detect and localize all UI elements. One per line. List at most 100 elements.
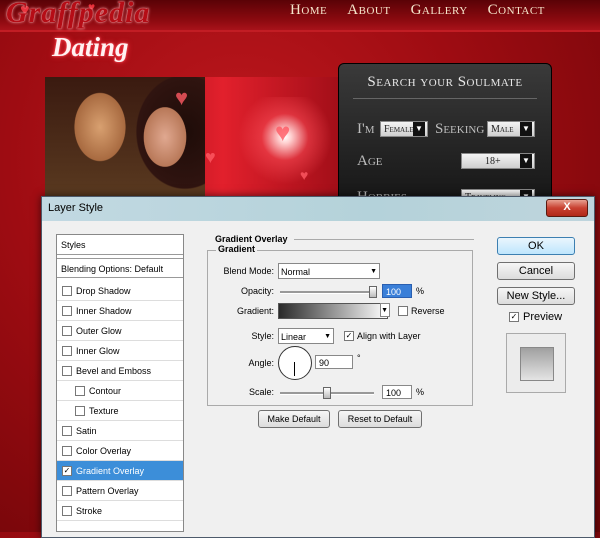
opacity-input[interactable]: 100 xyxy=(382,284,412,298)
blending-options-item[interactable]: Blending Options: Default xyxy=(57,258,183,278)
chevron-down-icon: ▼ xyxy=(520,154,532,168)
gradient-label: Gradient: xyxy=(236,306,274,316)
gradient-dropdown[interactable]: ▼ xyxy=(380,303,390,317)
effect-item-contour[interactable]: Contour xyxy=(57,381,183,401)
effect-checkbox[interactable] xyxy=(75,406,85,416)
styles-header[interactable]: Styles xyxy=(57,235,183,255)
effect-item-texture[interactable]: Texture xyxy=(57,401,183,421)
effect-checkbox[interactable] xyxy=(62,286,72,296)
scale-label: Scale: xyxy=(248,387,274,397)
seeking-select-value: Male xyxy=(491,124,514,135)
seeking-select[interactable]: Male ▼ xyxy=(487,121,535,137)
reverse-checkbox[interactable] xyxy=(398,306,408,316)
nav-contact[interactable]: Contact xyxy=(488,2,545,19)
scale-percent: % xyxy=(416,387,425,397)
effect-item-gradient-overlay[interactable]: ✓ Gradient Overlay xyxy=(57,461,183,481)
heart-icon: ♥ xyxy=(275,117,291,147)
gradient-group: Gradient Blend Mode: Normal ▼ Opacity: 1… xyxy=(207,244,473,406)
nav-gallery[interactable]: Gallery xyxy=(411,2,468,19)
site-logo-bottom[interactable]: Dating xyxy=(52,32,129,63)
effect-item-stroke[interactable]: Stroke xyxy=(57,501,183,521)
align-with-layer-checkbox[interactable]: ✓ xyxy=(344,331,354,341)
age-select[interactable]: 18+ ▼ xyxy=(461,153,535,169)
blend-mode-select[interactable]: Normal ▼ xyxy=(278,263,380,279)
effect-checkbox[interactable] xyxy=(62,486,72,496)
gradient-picker[interactable] xyxy=(278,303,388,319)
close-icon: X xyxy=(563,201,571,213)
search-title: Search your Soulmate xyxy=(367,74,523,90)
new-style-button[interactable]: New Style... xyxy=(497,287,575,305)
effect-label: Texture xyxy=(89,406,119,416)
effect-label: Inner Shadow xyxy=(76,306,132,316)
effect-checkbox[interactable] xyxy=(62,326,72,336)
effect-item-inner-shadow[interactable]: Inner Shadow xyxy=(57,301,183,321)
chevron-down-icon: ▼ xyxy=(520,122,532,136)
style-value: Linear xyxy=(281,332,307,342)
reset-to-default-button[interactable]: Reset to Default xyxy=(338,410,422,428)
style-label: Style: xyxy=(251,331,274,341)
angle-input[interactable]: 90 xyxy=(315,355,353,369)
heart-icon: ♥ xyxy=(205,147,216,167)
effect-checkbox[interactable] xyxy=(62,426,72,436)
style-select[interactable]: Linear ▼ xyxy=(278,328,334,344)
effect-label: Gradient Overlay xyxy=(76,466,145,476)
opacity-slider-handle[interactable] xyxy=(369,286,377,298)
effect-checkbox[interactable] xyxy=(75,386,85,396)
effect-label: Drop Shadow xyxy=(76,286,131,296)
effect-item-drop-shadow[interactable]: Drop Shadow xyxy=(57,281,183,301)
nav-about[interactable]: About xyxy=(347,2,390,19)
chevron-down-icon: ▼ xyxy=(324,333,331,340)
effect-checkbox[interactable] xyxy=(62,306,72,316)
effect-item-satin[interactable]: Satin xyxy=(57,421,183,441)
scale-slider-handle[interactable] xyxy=(323,387,331,399)
effect-item-inner-glow[interactable]: Inner Glow xyxy=(57,341,183,361)
effect-item-bevel-and-emboss[interactable]: Bevel and Emboss xyxy=(57,361,183,381)
nav-home[interactable]: Home xyxy=(290,2,327,19)
effect-label: Outer Glow xyxy=(76,326,122,336)
cancel-button[interactable]: Cancel xyxy=(497,262,575,280)
ok-button[interactable]: OK xyxy=(497,237,575,255)
effect-label: Color Overlay xyxy=(76,446,132,456)
align-with-layer-label: Align with Layer xyxy=(357,331,421,341)
make-default-button[interactable]: Make Default xyxy=(258,410,330,428)
section-divider xyxy=(294,239,474,240)
angle-dial[interactable] xyxy=(278,346,312,380)
opacity-slider[interactable] xyxy=(280,291,374,294)
effect-label: Satin xyxy=(76,426,97,436)
effect-item-pattern-overlay[interactable]: Pattern Overlay xyxy=(57,481,183,501)
effect-checkbox[interactable] xyxy=(62,366,72,376)
degree-symbol: ° xyxy=(357,353,361,363)
angle-needle xyxy=(294,362,295,376)
blend-mode-label: Blend Mode: xyxy=(223,266,274,276)
hero-banner-photo: ♥ ♥ ♥ ♥ xyxy=(45,77,341,199)
styles-list: Styles Blending Options: Default Drop Sh… xyxy=(56,234,184,532)
im-select[interactable]: Female ▼ xyxy=(380,121,428,137)
close-button[interactable]: X xyxy=(546,199,588,217)
preview-label: Preview xyxy=(523,311,563,323)
style-preview xyxy=(506,333,566,393)
effect-label: Contour xyxy=(89,386,122,396)
opacity-percent: % xyxy=(416,286,425,296)
effect-checkbox[interactable]: ✓ xyxy=(62,466,72,476)
preview-swatch xyxy=(520,347,554,381)
section-title: Gradient Overlay xyxy=(215,234,288,244)
age-label: Age xyxy=(357,153,383,169)
effect-item-color-overlay[interactable]: Color Overlay xyxy=(57,441,183,461)
angle-label: Angle: xyxy=(248,358,274,368)
preview-checkbox[interactable]: ✓ xyxy=(509,312,519,322)
site-nav: Home About Gallery Contact xyxy=(290,2,545,19)
site-logo-top[interactable]: Graffpedia xyxy=(6,0,150,30)
effect-checkbox[interactable] xyxy=(62,346,72,356)
effect-label: Stroke xyxy=(76,506,103,516)
dialog-titlebar[interactable]: Layer Style X xyxy=(42,197,594,221)
effect-item-outer-glow[interactable]: Outer Glow xyxy=(57,321,183,341)
effect-label: Inner Glow xyxy=(76,346,120,356)
heart-icon: ♥ xyxy=(175,85,189,110)
effect-checkbox[interactable] xyxy=(62,506,72,516)
reverse-label: Reverse xyxy=(411,306,445,316)
group-title: Gradient xyxy=(216,244,258,254)
layer-style-dialog: Layer Style X Styles Blending Options: D… xyxy=(41,196,595,538)
search-divider xyxy=(353,98,537,99)
scale-input[interactable]: 100 xyxy=(382,385,412,399)
effect-checkbox[interactable] xyxy=(62,446,72,456)
